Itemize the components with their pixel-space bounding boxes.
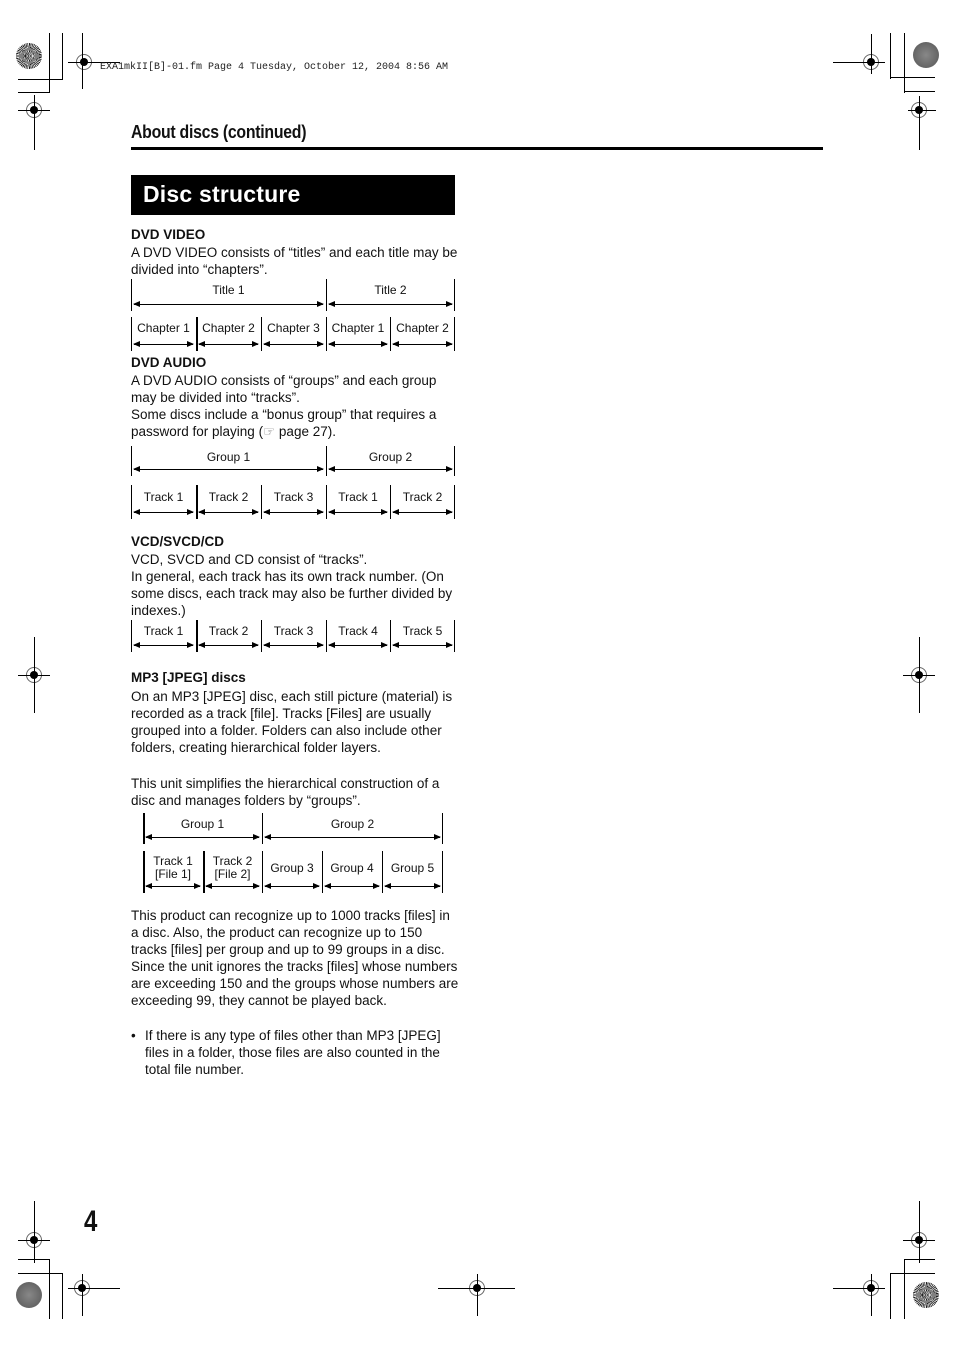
vcd-text-2: In general, each track has its own track…: [131, 569, 453, 618]
diagram-track: Track 1: [131, 620, 196, 652]
mp3-text-3: This product can recognize up to 1000 tr…: [131, 908, 459, 1008]
vcd-text-1: VCD, SVCD and CD consist of “tracks”.: [131, 552, 368, 567]
diagram-chapter: Chapter 2: [390, 317, 455, 351]
diagram-title-2: Title 2: [326, 279, 455, 311]
mp3-heading: MP3 [JPEG] discs: [131, 670, 246, 685]
dvd-audio-diagram: Group 1 Group 2 Track 1 Track 2 Track 3 …: [131, 446, 455, 519]
diagram-track: Track 5: [390, 620, 455, 652]
registration-disc-icon: [913, 1282, 939, 1308]
mp3-diagram: Group 1 Group 2 Track 1 [File 1] Track 2[…: [143, 813, 443, 893]
header-rule: [131, 147, 823, 150]
print-header: EXA1mkII[B]-01.fm Page 4 Tuesday, Octobe…: [100, 62, 449, 73]
diagram-chapter: Chapter 2: [196, 317, 261, 351]
page-number: 4: [84, 1205, 98, 1238]
dvd-audio-text-1: A DVD AUDIO consists of “groups” and eac…: [131, 373, 437, 405]
dvd-video-heading: DVD VIDEO: [131, 227, 206, 242]
diagram-track: Track 4: [326, 620, 390, 652]
diagram-track: Track 2: [390, 485, 455, 519]
diagram-track: Track 1: [326, 485, 390, 519]
diagram-track-file: Track 2 [File 2]: [203, 851, 262, 893]
mp3-text-2: This unit simplifies the hierarchical co…: [131, 776, 440, 808]
dvd-video-diagram: Title 1 Title 2 Chapter 1 Chapter 2 Chap…: [131, 279, 455, 351]
diagram-group: Group 3: [262, 851, 322, 893]
dvd-audio-text-2: Some discs include a “bonus group” that …: [131, 407, 437, 439]
diagram-track: Track 1: [131, 485, 196, 519]
registration-disc-icon: [913, 42, 939, 68]
dvd-audio-heading: DVD AUDIO: [131, 355, 207, 370]
diagram-group: Group 4: [322, 851, 382, 893]
diagram-track: Track 3: [261, 485, 326, 519]
registration-disc-icon: [16, 43, 42, 69]
diagram-chapter: Chapter 3: [261, 317, 326, 351]
section-title: Disc structure: [131, 175, 455, 215]
vcd-heading: VCD/SVCD/CD: [131, 534, 225, 549]
vcd-diagram: Track 1 Track 2 Track 3 Track 4 Track 5: [131, 620, 455, 652]
mp3-text-1: On an MP3 [JPEG] disc, each still pictur…: [131, 689, 453, 755]
diagram-group: Group 5: [382, 851, 443, 893]
diagram-group-1: Group 1: [143, 813, 262, 844]
diagram-track: Track 3: [261, 620, 326, 652]
diagram-group-2: Group 2: [326, 446, 455, 476]
reference-hand-icon: ☞: [263, 424, 276, 439]
diagram-title-1: Title 1: [131, 279, 326, 311]
diagram-chapter: Chapter 1: [131, 317, 196, 351]
diagram-track-file: Track 1 [File 1]: [143, 851, 203, 893]
dvd-video-text: A DVD VIDEO consists of “titles” and eac…: [131, 245, 458, 277]
diagram-track: Track 2: [196, 485, 261, 519]
registration-disc-icon: [16, 1282, 42, 1308]
running-head: About discs (continued): [131, 122, 307, 142]
bullet-icon: •: [131, 1028, 136, 1043]
diagram-group-2: Group 2: [262, 813, 443, 844]
diagram-track: Track 2: [196, 620, 261, 652]
diagram-group-1: Group 1: [131, 446, 326, 476]
diagram-chapter: Chapter 1: [326, 317, 390, 351]
